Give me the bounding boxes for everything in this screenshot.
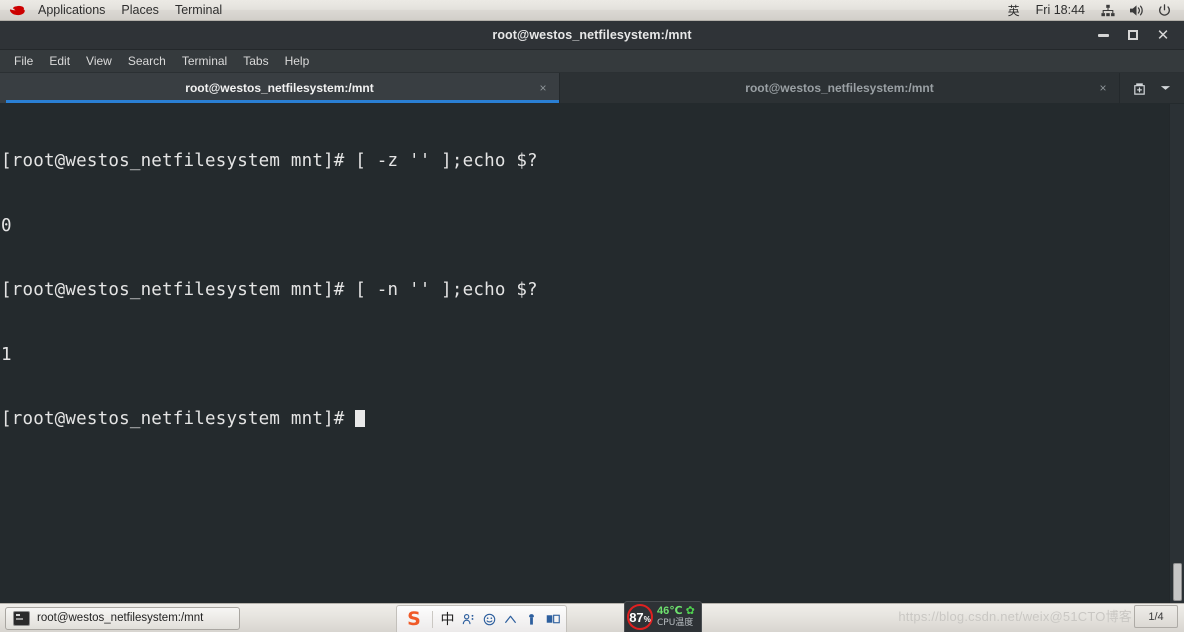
terminal-window: root@westos_netfilesystem:/mnt ✕ File Ed… — [0, 21, 1184, 606]
taskbar-window-button[interactable]: root@westos_netfilesystem:/mnt — [5, 606, 240, 630]
terminal-text: [root@westos_netfilesystem mnt]# [ -z ''… — [0, 104, 1166, 474]
cpu-temp-block: 46℃ ✿ CPU温度 — [657, 605, 695, 628]
terminal-line: [root@westos_netfilesystem mnt]# [ -n ''… — [1, 280, 538, 300]
terminal-scrollbar-thumb[interactable] — [1173, 563, 1182, 601]
cpu-usage-ring: 87% — [627, 604, 653, 630]
maximize-icon — [1128, 30, 1138, 40]
minimize-button[interactable] — [1088, 21, 1118, 49]
menu-tabs[interactable]: Tabs — [235, 52, 276, 70]
smiley-icon[interactable] — [480, 610, 499, 629]
person-icon[interactable] — [459, 610, 478, 629]
terminal-output-area[interactable]: [root@westos_netfilesystem mnt]# [ -z ''… — [0, 104, 1184, 606]
terminal-prompt-line: [root@westos_netfilesystem mnt]# — [1, 409, 1166, 431]
taskbar-window-label: root@westos_netfilesystem:/mnt — [37, 612, 204, 624]
cpu-usage-value: 87% — [629, 609, 651, 625]
ime-language-indicator[interactable]: 英 — [1001, 0, 1027, 20]
ime-mode-icon[interactable]: 中 — [438, 610, 457, 629]
cpu-monitor-widget[interactable]: 87% 46℃ ✿ CPU温度 — [624, 601, 702, 632]
places-menu[interactable]: Places — [113, 0, 167, 20]
redhat-logo-icon — [0, 0, 30, 21]
new-tab-button[interactable] — [1126, 74, 1152, 102]
network-icon[interactable] — [1094, 0, 1122, 20]
tab-bar: root@westos_netfilesystem:/mnt × root@we… — [0, 73, 1184, 104]
menu-search[interactable]: Search — [120, 52, 174, 70]
leaf-icon: ✿ — [685, 605, 695, 617]
terminal-line: 1 — [1, 344, 12, 365]
terminal-line: [root@westos_netfilesystem mnt]# [ -z ''… — [1, 151, 538, 171]
window-title-bar[interactable]: root@westos_netfilesystem:/mnt ✕ — [0, 21, 1184, 50]
clock[interactable]: Fri 18:44 — [1027, 0, 1094, 20]
close-button[interactable]: ✕ — [1148, 21, 1178, 49]
menu-help[interactable]: Help — [277, 52, 318, 70]
terminal-prompt: [root@westos_netfilesystem mnt]# — [1, 409, 356, 429]
tab-0[interactable]: root@westos_netfilesystem:/mnt × — [0, 73, 560, 103]
tab-actions — [1120, 73, 1184, 103]
cpu-temp-row: 46℃ ✿ — [657, 605, 695, 618]
cpu-temp-caption: CPU温度 — [657, 617, 694, 628]
power-icon[interactable] — [1151, 0, 1178, 20]
terminal-cursor — [355, 410, 366, 427]
menu-edit[interactable]: Edit — [41, 52, 78, 70]
gnome-top-panel: Applications Places Terminal 英 Fri 18:44 — [0, 0, 1184, 21]
tab-close-icon[interactable]: × — [535, 80, 551, 96]
applications-menu[interactable]: Applications — [30, 0, 113, 20]
sogou-ime-toolbar: S 中 — [396, 603, 567, 632]
window-title: root@westos_netfilesystem:/mnt — [492, 28, 692, 42]
top-panel-left: Applications Places Terminal — [0, 0, 230, 20]
cpu-usage-unit: % — [643, 614, 651, 624]
chevron-down-icon[interactable] — [1152, 74, 1178, 102]
workspace-indicator[interactable]: 1/4 — [1134, 605, 1178, 628]
taskbar: root@westos_netfilesystem:/mnt S 中 87% 4… — [0, 601, 1184, 632]
window-controls: ✕ — [1088, 21, 1178, 49]
watermark-text: https://blog.csdn.net/weix@51CTO博客 — [898, 609, 1132, 624]
tab-label: root@westos_netfilesystem:/mnt — [185, 81, 374, 95]
menu-terminal[interactable]: Terminal — [174, 52, 235, 70]
desktop-screen: Applications Places Terminal 英 Fri 18:44 — [0, 0, 1184, 632]
cloud-icon[interactable] — [501, 610, 520, 629]
sogou-logo-icon[interactable]: S — [401, 608, 427, 630]
ime-divider — [432, 610, 433, 628]
ime-panel: S 中 — [396, 605, 567, 632]
menu-bar: File Edit View Search Terminal Tabs Help — [0, 50, 1184, 73]
top-panel-tray: 英 Fri 18:44 — [1001, 0, 1184, 20]
tab-label: root@westos_netfilesystem:/mnt — [745, 81, 934, 95]
terminal-icon — [13, 610, 30, 626]
tool-icon[interactable] — [522, 610, 541, 629]
menu-file[interactable]: File — [6, 52, 41, 70]
tab-1[interactable]: root@westos_netfilesystem:/mnt × — [560, 73, 1120, 103]
volume-icon[interactable] — [1122, 0, 1151, 20]
cpu-temperature-value: 46℃ — [657, 605, 683, 617]
terminal-line: 0 — [1, 215, 12, 236]
maximize-button[interactable] — [1118, 21, 1148, 49]
menu-view[interactable]: View — [78, 52, 120, 70]
tab-close-icon[interactable]: × — [1095, 80, 1111, 96]
terminal-menu[interactable]: Terminal — [167, 0, 230, 20]
close-icon: ✕ — [1156, 26, 1170, 44]
minimize-icon — [1097, 33, 1109, 37]
keyboard-icon[interactable] — [543, 610, 562, 629]
terminal-scrollbar[interactable] — [1169, 104, 1184, 606]
